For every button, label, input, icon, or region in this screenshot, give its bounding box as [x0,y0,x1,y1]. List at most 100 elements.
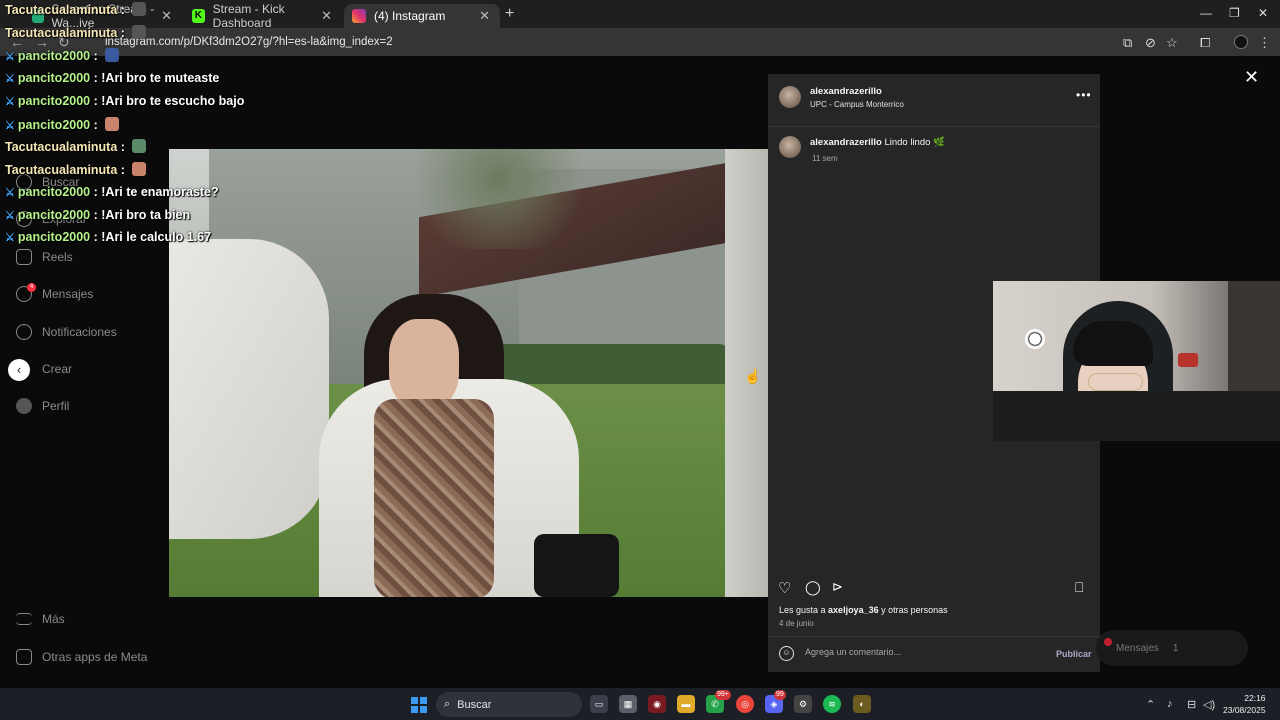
share-send-icon[interactable]: ⊳ [832,579,843,595]
like-heart-icon[interactable]: ♡ [778,579,791,597]
sidebar-item-messages[interactable]: 4 Mensajes [16,283,93,302]
app-red-icon[interactable]: ◉ [648,695,666,713]
tab-kick-dashboard[interactable]: K Stream - Kick Dashboard ✕ [184,2,342,30]
microphone-icon[interactable]: ♪ [1167,698,1173,710]
windows-start-icon[interactable] [411,697,427,713]
browser-profile-avatar[interactable] [1234,35,1248,49]
spotify-icon[interactable]: ≋ [823,695,841,713]
emoji-icon[interactable]: ☺ [779,646,794,661]
likes-suffix[interactable]: y otras personas [879,605,948,615]
photo-scarf [374,399,494,597]
post-location[interactable]: UPC - Campus Monterrico [810,100,904,109]
steam-icon[interactable]: ⚙ [794,695,812,713]
chat-username: Tacutacualaminuta [5,3,118,17]
close-icon[interactable]: ✕ [321,8,332,24]
sidebar-item-reels[interactable]: Reels [16,249,73,265]
likes-user[interactable]: axeljoya_36 [828,605,879,615]
avatar[interactable] [779,86,801,108]
extensions-icon[interactable]: ⧠ [1200,35,1210,51]
chat-text: !Ari te enamoraste? [101,185,219,199]
chat-username: Tacutacualaminuta [5,140,118,154]
sidebar-item-meta-apps[interactable]: Otras apps de Meta [16,649,147,665]
search-icon: ⌕ [444,698,451,710]
chat-username: pancito2000 [17,185,91,199]
sidebar-item-label: Otras apps de Meta [42,650,148,664]
close-window-button[interactable]: ✕ [1258,6,1268,20]
emote-icon [105,117,120,131]
chat-text: !Ari bro ta bien [101,208,191,222]
chat-text: !Ari bro te escucho bajo [101,94,245,108]
chevron-up-icon[interactable]: ⌃ [1146,698,1155,711]
close-icon[interactable]: ✕ [161,8,172,24]
background-grid [430,56,1070,74]
file-explorer-icon[interactable]: ▬ [677,695,695,713]
bookmark-star-icon[interactable]: ☆ [1166,35,1178,51]
chat-text: !Ari bro te muteaste [101,71,220,85]
emote-icon [132,139,147,153]
network-icon[interactable]: ⊟ [1187,698,1196,711]
post-username[interactable]: alexandrazerillo [810,86,882,97]
comment-input[interactable] [805,647,1045,657]
avatar[interactable] [779,136,801,158]
webcam-glasses [1088,373,1143,391]
messages-pill-label: Mensajes [1116,642,1159,654]
comment-icon[interactable]: ◯ [805,579,821,596]
sidebar-item-label: Notificaciones [42,325,117,339]
instagram-icon [352,9,366,23]
sidebar-item-label: Crear [42,362,73,376]
caption-username[interactable]: alexandrazerillo [810,137,882,148]
sidebar-item-notifications[interactable]: Notificaciones [16,324,117,340]
chrome-icon[interactable]: ◎ [736,695,754,713]
more-options-icon[interactable]: ••• [1076,88,1092,102]
menu-dots-icon[interactable]: ⋮ [1258,35,1271,51]
likes-text: Les gusta a axeljoya_36 y otras personas [779,605,948,615]
chat-username: Tacutacualaminuta [5,26,118,40]
obs-icon[interactable]: ◐ [853,695,871,713]
close-icon[interactable]: ✕ [1244,67,1259,88]
reels-icon [16,249,32,265]
chat-username: pancito2000 [17,94,91,108]
eye-off-icon[interactable]: ⊘ [1145,35,1156,51]
menu-icon [16,613,32,625]
chat-username: pancito2000 [17,118,91,132]
messages-floating-pill[interactable]: Mensajes 1 [1096,630,1248,666]
moderator-sword-icon: ⚔ [5,232,15,244]
sidebar-item-more[interactable]: Más [16,612,65,626]
post-photo[interactable] [169,149,768,597]
install-app-icon[interactable]: ⧉ [1123,35,1132,51]
taskbar-search[interactable]: ⌕ Buscar [436,692,582,717]
previous-image-button[interactable]: ‹ [8,359,30,381]
save-bookmark-icon[interactable]: ⎕ [1075,579,1083,596]
discord-icon[interactable]: ◈ 99 [765,690,786,713]
volume-icon[interactable]: ◁) [1203,698,1215,711]
tab-instagram[interactable]: (4) Instagram ✕ [344,4,500,28]
post-date: 4 de junio [779,619,814,628]
whatsapp-icon[interactable]: ✆ 99+ [706,690,731,713]
taskbar-search-label: Buscar [457,698,492,711]
webcam-ball [1025,329,1045,349]
sidebar-item-profile[interactable]: Perfil [16,398,69,414]
url-field[interactable]: instagram.com/p/DKf3dm2O27g/?hl=es-la&im… [105,36,393,48]
task-view-icon[interactable]: ▭ [590,695,608,713]
minimize-button[interactable]: — [1200,6,1212,20]
store-icon[interactable]: ▦ [619,695,637,713]
publish-button[interactable]: Publicar [1056,649,1092,659]
clock-time: 22:16 [1244,693,1266,703]
moderator-sword-icon: ⚔ [5,187,15,199]
restore-button[interactable]: ❐ [1229,6,1240,20]
mouse-cursor-icon: ☝ [744,368,762,384]
photo-face [389,319,459,409]
clock-date: 23/08/2025 [1223,705,1266,715]
photo-arm [169,239,329,539]
new-tab-button[interactable]: + [505,5,514,23]
system-clock[interactable]: 22:16 23/08/2025 [1223,692,1266,716]
close-icon[interactable]: ✕ [479,8,490,24]
chat-message: Tacutacualaminuta : [5,139,147,154]
divider [768,636,1100,637]
emote-icon [132,162,147,176]
chat-message: Tacutacualaminuta : [5,25,147,40]
sidebar-item-label: Más [42,612,65,626]
tab-label: (4) Instagram [374,9,446,23]
notification-badge: 99 [774,690,786,700]
chat-message: Tacutacualaminuta : [5,2,147,17]
